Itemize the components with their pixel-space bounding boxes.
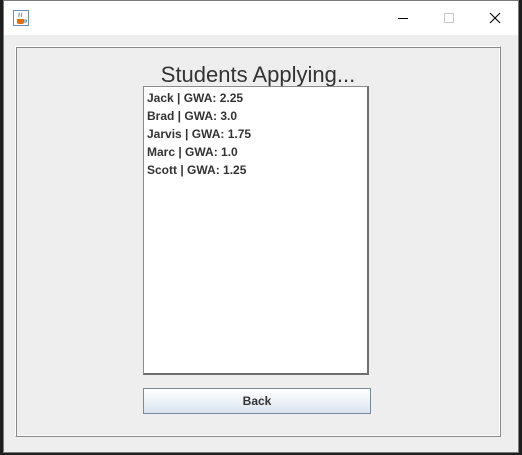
app-window: Students Applying... Jack | GWA: 2.25 Br…: [3, 0, 519, 453]
page-title: Students Applying...: [160, 62, 356, 87]
close-icon: [489, 12, 501, 24]
list-item[interactable]: Scott | GWA: 1.25: [144, 161, 367, 179]
title-bar[interactable]: [4, 1, 518, 35]
maximize-icon: [444, 13, 454, 23]
main-panel: Students Applying... Jack | GWA: 2.25 Br…: [15, 46, 501, 437]
window-content: Students Applying... Jack | GWA: 2.25 Br…: [4, 35, 518, 452]
back-button[interactable]: Back: [143, 388, 371, 414]
minimize-icon: [398, 18, 408, 19]
list-item[interactable]: Jarvis | GWA: 1.75: [144, 125, 367, 143]
list-item[interactable]: Marc | GWA: 1.0: [144, 143, 367, 161]
list-item[interactable]: Jack | GWA: 2.25: [144, 89, 367, 107]
maximize-button[interactable]: [426, 1, 472, 35]
list-item[interactable]: Brad | GWA: 3.0: [144, 107, 367, 125]
students-list[interactable]: Jack | GWA: 2.25 Brad | GWA: 3.0 Jarvis …: [143, 86, 369, 375]
java-coffee-cup-icon[interactable]: [13, 10, 29, 26]
close-button[interactable]: [472, 1, 518, 35]
minimize-button[interactable]: [380, 1, 426, 35]
